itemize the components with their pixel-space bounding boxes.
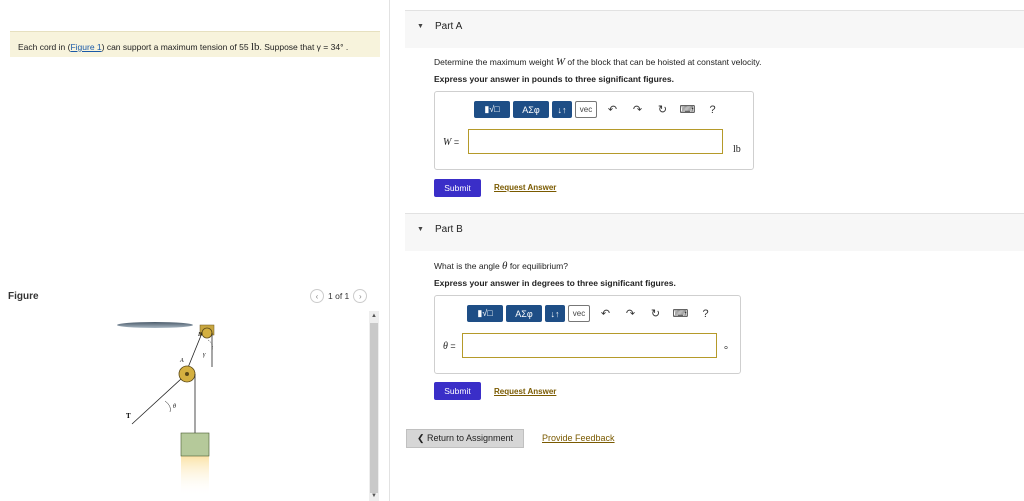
scroll-down-icon[interactable]: ▼: [371, 493, 377, 499]
help-icon[interactable]: ?: [700, 104, 725, 116]
label-gamma: γ: [203, 352, 206, 358]
prev-figure-button[interactable]: ‹: [310, 289, 324, 303]
figure-link[interactable]: Figure 1: [70, 42, 101, 52]
scroll-up-icon[interactable]: ▲: [371, 313, 377, 319]
return-to-assignment-button[interactable]: ❮ Return to Assignment: [406, 429, 524, 448]
part-b-header[interactable]: ▼ Part B: [405, 213, 1024, 251]
problem-text-1: Each cord in (: [18, 42, 71, 52]
part-b-unit: °: [724, 345, 728, 356]
reset-icon[interactable]: ↻: [643, 307, 668, 320]
keyboard-icon[interactable]: ⌨: [675, 103, 700, 116]
greek-button[interactable]: ΑΣφ: [513, 101, 549, 118]
greek-button[interactable]: ΑΣφ: [506, 305, 542, 322]
figure-pager: ‹ 1 of 1 ›: [310, 289, 368, 303]
scroll-thumb[interactable]: [370, 323, 378, 493]
problem-text-3: . Suppose that γ = 34° .: [259, 42, 349, 52]
part-a-request-answer-link[interactable]: Request Answer: [494, 183, 556, 192]
templates-button[interactable]: ▮√□: [474, 101, 510, 118]
part-b-question: What is the angle θ for equilibrium?: [434, 260, 568, 272]
redo-icon[interactable]: ↷: [618, 307, 643, 320]
part-b-request-answer-link[interactable]: Request Answer: [494, 387, 556, 396]
arrows-button[interactable]: ↓↑: [545, 305, 565, 322]
part-b-answer-box: ▮√□ ΑΣφ ↓↑ vec ↶ ↷ ↻ ⌨ ? θ =: [434, 295, 741, 374]
part-a-title: Part A: [435, 21, 463, 32]
label-theta: θ: [173, 404, 176, 410]
redo-icon[interactable]: ↷: [625, 103, 650, 116]
figure-scrollbar[interactable]: ▲ ▼: [369, 311, 379, 501]
undo-icon[interactable]: ↶: [593, 307, 618, 320]
part-b-title: Part B: [435, 224, 463, 235]
angle-arc-theta: [164, 400, 171, 413]
label-t: T: [126, 412, 131, 420]
vec-button[interactable]: vec: [568, 305, 590, 322]
provide-feedback-link[interactable]: Provide Feedback: [542, 433, 615, 443]
part-a-answer-box: ▮√□ ΑΣφ ↓↑ vec ↶ ↷ ↻ ⌨ ? W =: [434, 91, 754, 170]
problem-unit: lb: [250, 41, 260, 53]
part-a-header[interactable]: ▼ Part A: [405, 10, 1024, 48]
problem-text-2: ) can support a maximum tension of 55: [101, 42, 251, 52]
part-a-answer-input[interactable]: [468, 129, 723, 154]
collapse-triangle-icon[interactable]: ▼: [417, 226, 424, 233]
cord-pull: [131, 378, 182, 425]
label-b: B: [198, 332, 202, 338]
pulley-a-hub: [185, 372, 189, 376]
collapse-triangle-icon[interactable]: ▼: [417, 23, 424, 30]
figure-label: Figure: [8, 291, 39, 302]
label-a: A: [179, 358, 184, 364]
figure-page-count: 1 of 1: [328, 291, 350, 301]
block: [180, 432, 210, 457]
part-a-toolbar: ▮√□ ΑΣφ ↓↑ vec ↶ ↷ ↻ ⌨ ?: [474, 101, 725, 118]
part-b-toolbar: ▮√□ ΑΣφ ↓↑ vec ↶ ↷ ↻ ⌨ ?: [467, 305, 718, 322]
next-figure-button[interactable]: ›: [353, 289, 368, 303]
ceiling: [117, 322, 193, 328]
part-b-answer-label: θ =: [443, 341, 456, 352]
cord-ab: [186, 332, 203, 371]
keyboard-icon[interactable]: ⌨: [668, 307, 693, 320]
figure-diagram: B A γ θ T: [117, 322, 215, 496]
part-a-question: Determine the maximum weight W of the bl…: [434, 56, 762, 68]
templates-button[interactable]: ▮√□: [467, 305, 503, 322]
reset-icon[interactable]: ↻: [650, 103, 675, 116]
part-a-submit-button[interactable]: Submit: [434, 179, 481, 197]
vec-button[interactable]: vec: [575, 101, 597, 118]
part-a-unit: lb: [733, 144, 741, 155]
panel-divider: [389, 0, 390, 501]
part-b-instruction: Express your answer in degrees to three …: [434, 278, 676, 288]
part-a-instruction: Express your answer in pounds to three s…: [434, 74, 674, 84]
undo-icon[interactable]: ↶: [600, 103, 625, 116]
part-b-submit-button[interactable]: Submit: [434, 382, 481, 400]
part-a-answer-label: W =: [443, 137, 460, 148]
block-glow: [181, 456, 209, 496]
arrows-button[interactable]: ↓↑: [552, 101, 572, 118]
problem-statement: Each cord in (Figure 1) can support a ma…: [10, 31, 380, 57]
help-icon[interactable]: ?: [693, 308, 718, 320]
pulley-b: [201, 327, 213, 339]
part-b-answer-input[interactable]: [462, 333, 717, 358]
